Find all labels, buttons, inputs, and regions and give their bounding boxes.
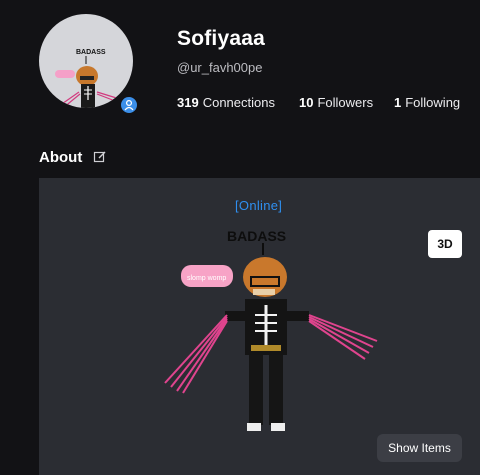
svg-text:slomp womp: slomp womp [187,275,226,282]
avatar-thumbnail-image: BADASS [55,49,124,108]
followers-stat[interactable]: 10 Followers [299,95,373,110]
username: @ur_favh00pe [177,60,263,75]
followers-count: 10 [299,95,314,110]
connections-stat[interactable]: 319 Connections [177,95,275,110]
avatar-3d-render: BADASS slomp womp [164,228,378,431]
view-3d-button[interactable]: 3D [428,230,462,258]
following-stat[interactable]: 1 Following [394,95,460,110]
about-title: About [39,149,83,166]
online-status: [Online] [235,198,283,213]
display-name: Sofiyaaa [177,27,265,50]
following-label: Following [405,95,461,110]
followers-label: Followers [317,95,374,110]
avatar-stage[interactable]: [Online] 3D BADASS slomp womp Show Items [39,178,480,475]
connections-label: Connections [202,95,275,110]
svg-text:BADASS: BADASS [227,228,286,244]
profile-avatar[interactable]: BADASS [39,14,133,108]
person-icon [119,95,139,115]
show-items-button[interactable]: Show Items [377,434,462,462]
connections-count: 319 [177,95,199,110]
svg-text:BADASS: BADASS [76,49,106,56]
following-count: 1 [394,95,402,110]
edit-icon[interactable] [93,150,107,169]
